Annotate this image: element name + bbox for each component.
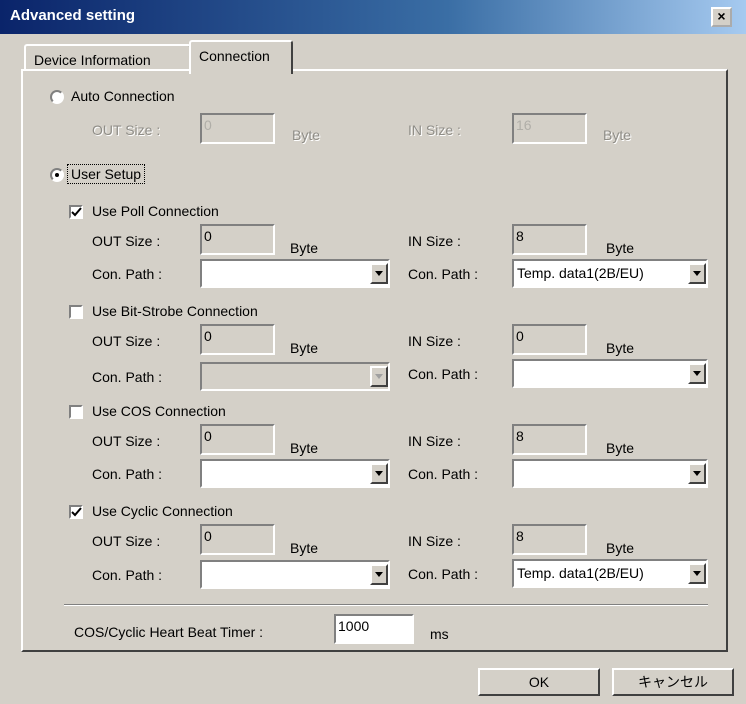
auto-in-size-label: IN Size : (408, 122, 461, 138)
poll-out-path-select[interactable] (200, 259, 390, 288)
poll-out-size-field[interactable]: 0 (200, 224, 275, 255)
cos-in-size-label: IN Size : (408, 433, 461, 449)
chevron-down-icon (693, 471, 701, 476)
heartbeat-label: COS/Cyclic Heart Beat Timer : (74, 624, 264, 640)
cos-in-path-label: Con. Path : (408, 466, 479, 482)
bitstrobe-checkbox[interactable] (69, 305, 83, 319)
cyclic-in-unit: Byte (606, 540, 635, 556)
poll-out-path-dropdown-button[interactable] (370, 263, 388, 284)
chevron-down-icon (693, 271, 701, 276)
poll-in-path-dropdown-button[interactable] (688, 263, 706, 284)
auto-connection-radio[interactable] (50, 90, 64, 104)
bitstrobe-in-size-field[interactable]: 0 (512, 324, 587, 355)
cyclic-in-path-label: Con. Path : (408, 566, 479, 582)
cyclic-out-size-field[interactable]: 0 (200, 524, 275, 555)
checkmark-icon (71, 207, 82, 217)
cos-in-size-field[interactable]: 8 (512, 424, 587, 455)
cos-out-path-dropdown-button[interactable] (370, 463, 388, 484)
poll-in-unit: Byte (606, 240, 635, 256)
bitstrobe-in-path-dropdown-button[interactable] (688, 363, 706, 384)
cyclic-in-path-value: Temp. data1(2B/EU) (517, 565, 644, 581)
poll-label: Use Poll Connection (92, 203, 219, 219)
cyclic-out-path-label: Con. Path : (92, 567, 163, 583)
poll-out-path-label: Con. Path : (92, 266, 163, 282)
cos-label: Use COS Connection (92, 403, 226, 419)
cos-in-path-select[interactable] (512, 459, 708, 488)
cyclic-in-path-dropdown-button[interactable] (688, 563, 706, 584)
cos-out-size-label: OUT Size : (92, 433, 161, 449)
cos-in-unit: Byte (606, 440, 635, 456)
cyclic-label: Use Cyclic Connection (92, 503, 233, 519)
heartbeat-unit: ms (430, 626, 449, 642)
bitstrobe-in-unit: Byte (606, 340, 635, 356)
auto-connection-label: Auto Connection (71, 88, 175, 104)
chevron-down-icon (375, 374, 383, 379)
auto-out-unit: Byte (292, 127, 321, 143)
auto-in-unit: Byte (603, 127, 632, 143)
bitstrobe-in-path-label: Con. Path : (408, 366, 479, 382)
cos-checkbox[interactable] (69, 405, 83, 419)
user-setup-radio[interactable] (50, 168, 64, 182)
cyclic-out-path-dropdown-button[interactable] (370, 564, 388, 585)
bitstrobe-out-path-label: Con. Path : (92, 369, 163, 385)
bitstrobe-in-size-label: IN Size : (408, 333, 461, 349)
chevron-down-icon (375, 572, 383, 577)
user-setup-label: User Setup (67, 164, 146, 184)
bitstrobe-out-path-select[interactable] (200, 362, 390, 391)
poll-out-unit: Byte (290, 240, 319, 256)
cos-out-path-select[interactable] (200, 459, 390, 488)
cos-in-path-dropdown-button[interactable] (688, 463, 706, 484)
poll-in-size-field[interactable]: 8 (512, 224, 587, 255)
auto-out-size-field[interactable]: 0 (200, 113, 275, 144)
cyclic-in-size-label: IN Size : (408, 533, 461, 549)
cyclic-checkbox[interactable] (69, 505, 83, 519)
bitstrobe-label: Use Bit-Strobe Connection (92, 303, 258, 319)
bitstrobe-out-size-label: OUT Size : (92, 333, 161, 349)
cyclic-out-path-select[interactable] (200, 560, 390, 589)
checkmark-icon (71, 507, 82, 517)
cyclic-out-unit: Byte (290, 540, 319, 556)
bitstrobe-in-path-select[interactable] (512, 359, 708, 388)
chevron-down-icon (375, 271, 383, 276)
auto-in-size-field[interactable]: 16 (512, 113, 587, 144)
poll-in-size-label: IN Size : (408, 233, 461, 249)
auto-out-size-label: OUT Size : (92, 122, 161, 138)
cyclic-in-size-field[interactable]: 8 (512, 524, 587, 555)
separator (64, 604, 708, 606)
heartbeat-field[interactable]: 1000 (334, 614, 414, 644)
cyclic-out-size-label: OUT Size : (92, 533, 161, 549)
bitstrobe-out-path-dropdown-button[interactable] (370, 366, 388, 387)
poll-in-path-value: Temp. data1(2B/EU) (517, 265, 644, 281)
chevron-down-icon (375, 471, 383, 476)
bitstrobe-out-size-field[interactable]: 0 (200, 324, 275, 355)
cos-out-path-label: Con. Path : (92, 466, 163, 482)
cos-out-size-field[interactable]: 0 (200, 424, 275, 455)
bitstrobe-out-unit: Byte (290, 340, 319, 356)
poll-checkbox[interactable] (69, 205, 83, 219)
poll-out-size-label: OUT Size : (92, 233, 161, 249)
poll-in-path-select[interactable]: Temp. data1(2B/EU) (512, 259, 708, 288)
chevron-down-icon (693, 371, 701, 376)
cos-out-unit: Byte (290, 440, 319, 456)
cyclic-in-path-select[interactable]: Temp. data1(2B/EU) (512, 559, 708, 588)
poll-in-path-label: Con. Path : (408, 266, 479, 282)
chevron-down-icon (693, 571, 701, 576)
